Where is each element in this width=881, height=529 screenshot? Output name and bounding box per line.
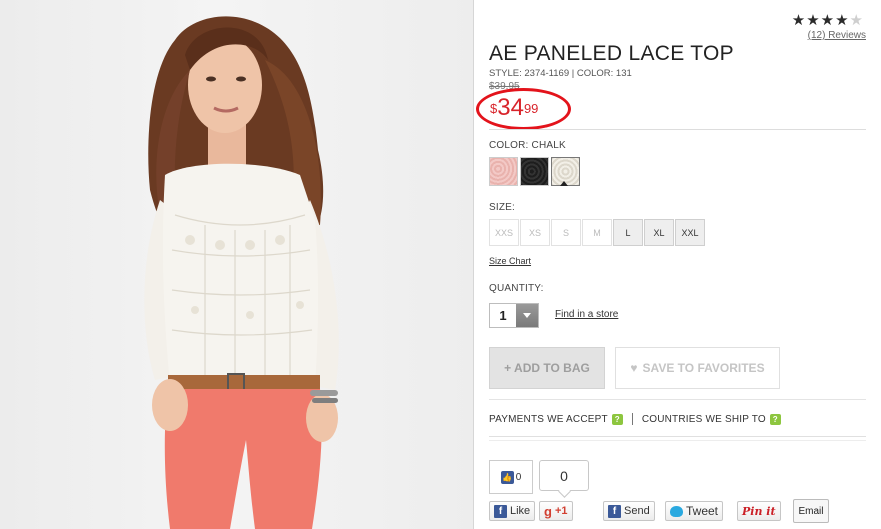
swatch-pink[interactable] xyxy=(489,157,518,186)
info-links: PAYMENTS WE ACCEPT ? COUNTRIES WE SHIP T… xyxy=(489,413,781,425)
divider xyxy=(489,440,866,441)
divider xyxy=(489,436,866,437)
save-to-favorites-label: SAVE TO FAVORITES xyxy=(642,361,765,375)
star-icon: ★ xyxy=(835,12,850,29)
email-button[interactable]: Email xyxy=(793,499,829,523)
star-icon: ★ xyxy=(820,12,836,29)
add-to-bag-button[interactable]: + ADD TO BAG xyxy=(489,347,605,389)
style-info: STYLE: 2374-1169 | COLOR: 131 xyxy=(489,68,632,79)
pinterest-button[interactable]: Pin it xyxy=(737,501,781,521)
size-options: XXS XS S M L XL XXL xyxy=(489,219,705,246)
like-count: 0 xyxy=(515,471,522,483)
plusone-label: +1 xyxy=(554,505,568,517)
size-xxl[interactable]: XXL xyxy=(675,219,705,246)
dropdown-arrow[interactable] xyxy=(516,304,538,327)
size-m[interactable]: M xyxy=(582,219,612,246)
facebook-like-button[interactable]: f Like xyxy=(489,501,536,521)
size-xs[interactable]: XS xyxy=(520,219,550,246)
size-xl[interactable]: XL xyxy=(644,219,674,246)
star-icon: ★ xyxy=(806,12,821,29)
price-highlight-circle xyxy=(476,88,571,130)
like-count-box: 👍 0 xyxy=(489,460,533,494)
facebook-send-button[interactable]: f Send xyxy=(603,501,655,521)
plusone-count-box: 0 xyxy=(539,460,589,491)
rating-stars: ★★★★★ xyxy=(792,13,864,29)
facebook-icon: f xyxy=(608,504,621,518)
heart-icon: ♥ xyxy=(630,361,638,375)
star-empty-icon: ★ xyxy=(849,12,864,29)
tweet-label: Tweet xyxy=(686,504,719,518)
twitter-bird-icon xyxy=(670,505,683,517)
size-l[interactable]: L xyxy=(613,219,643,246)
chevron-down-icon xyxy=(523,313,531,318)
size-label: SIZE: xyxy=(489,202,516,213)
payments-link[interactable]: PAYMENTS WE ACCEPT xyxy=(489,414,608,425)
plusone-count: 0 xyxy=(560,467,568,484)
help-icon[interactable]: ? xyxy=(769,413,781,425)
facebook-icon: f xyxy=(494,504,507,518)
like-label: Like xyxy=(510,505,531,517)
find-in-store-link[interactable]: Find in a store xyxy=(555,309,618,320)
product-photo[interactable] xyxy=(0,0,473,529)
separator xyxy=(631,413,633,425)
thumbs-up-icon: 👍 xyxy=(500,470,514,484)
quantity-value: 1 xyxy=(499,308,507,323)
swatch-black[interactable] xyxy=(520,157,549,186)
product-title: AE PANELED LACE TOP xyxy=(489,42,734,65)
divider xyxy=(489,399,866,400)
star-icon: ★ xyxy=(791,12,807,29)
google-plus-icon: g xyxy=(544,503,552,519)
help-icon[interactable]: ? xyxy=(611,413,623,425)
quantity-label: QUANTITY: xyxy=(489,283,544,294)
quantity-select[interactable]: 1 xyxy=(489,303,539,328)
size-s[interactable]: S xyxy=(551,219,581,246)
google-plusone-button[interactable]: g +1 xyxy=(539,501,573,521)
product-details-panel: ★★★★★ (12) Reviews AE PANELED LACE TOP S… xyxy=(474,0,881,529)
color-label: COLOR: CHALK xyxy=(489,140,566,151)
divider xyxy=(489,129,866,130)
reviews-link[interactable]: (12) Reviews xyxy=(808,30,866,41)
countries-link[interactable]: COUNTRIES WE SHIP TO xyxy=(642,414,766,425)
send-label: Send xyxy=(624,505,650,517)
product-page: ★★★★★ (12) Reviews AE PANELED LACE TOP S… xyxy=(0,0,881,529)
selected-swatch-caret-icon xyxy=(560,181,568,186)
tweet-button[interactable]: Tweet xyxy=(665,501,724,521)
pinit-label: Pin it xyxy=(742,504,776,518)
size-xxs[interactable]: XXS xyxy=(489,219,519,246)
save-to-favorites-button[interactable]: ♥ SAVE TO FAVORITES xyxy=(615,347,780,389)
size-chart-link[interactable]: Size Chart xyxy=(489,256,531,266)
